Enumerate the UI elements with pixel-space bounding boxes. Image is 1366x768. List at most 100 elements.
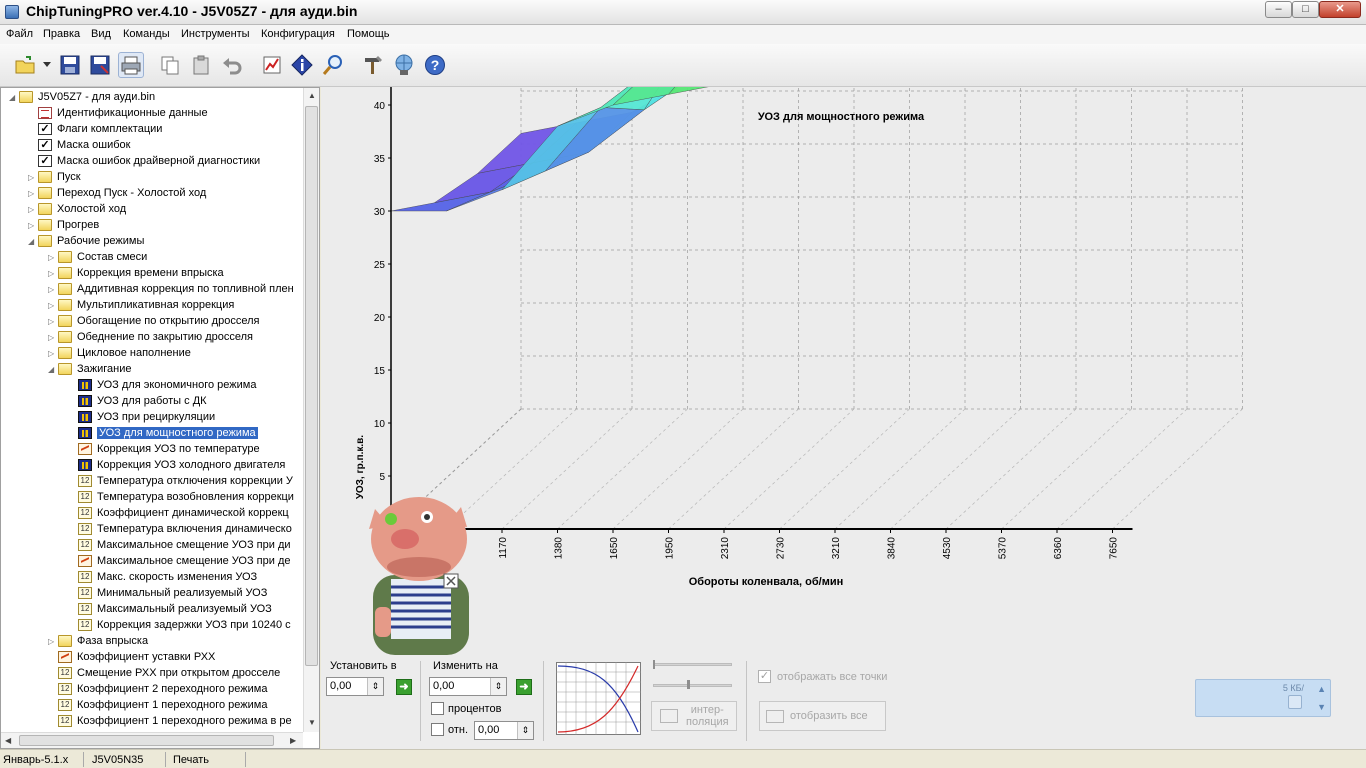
close-button[interactable]: ✕: [1319, 1, 1361, 18]
tree-item[interactable]: 12 Коэффициент 1 переходного режима: [48, 697, 267, 713]
expand-arrow-icon[interactable]: ▷: [48, 269, 58, 278]
tree-item[interactable]: УОЗ для экономичного режима: [68, 377, 256, 393]
tree-item[interactable]: Коррекция УОЗ по температуре: [68, 441, 260, 457]
scroll-down-icon[interactable]: ▼: [308, 718, 316, 727]
expand-arrow-icon[interactable]: ▷: [48, 317, 58, 326]
menu-configuration[interactable]: Конфигурация: [261, 28, 335, 40]
tree-item[interactable]: 12 Смещение РХХ при открытом дросселе: [48, 665, 280, 681]
paste-icon[interactable]: [188, 52, 214, 78]
menu-view[interactable]: Вид: [91, 28, 111, 40]
tree-item[interactable]: 12 Коррекция задержки УОЗ при 10240 с: [68, 617, 291, 633]
expand-arrow-icon[interactable]: ▷: [48, 637, 58, 646]
expand-arrow-icon[interactable]: ▷: [28, 189, 38, 198]
info-icon[interactable]: [289, 52, 315, 78]
tree-item[interactable]: 12 Коэффициент 1 переходного режима в ре: [48, 713, 292, 729]
scroll-right-icon[interactable]: ▶: [290, 736, 296, 745]
open-icon[interactable]: [12, 52, 38, 78]
tree-item[interactable]: ▷ Состав смеси: [48, 249, 147, 265]
tree-item[interactable]: 12 Максимальный реализуемый УОЗ: [68, 601, 272, 617]
menu-help[interactable]: Помощь: [347, 28, 390, 40]
expand-arrow-icon[interactable]: ▷: [28, 221, 38, 230]
collapse-arrow-icon[interactable]: ◢: [28, 237, 38, 246]
collapse-arrow-icon[interactable]: ◢: [48, 365, 58, 374]
show-all-button[interactable]: отобразить все: [759, 701, 886, 731]
tree-horizontal-scrollbar[interactable]: ◀ ▶: [1, 732, 303, 748]
tree-item[interactable]: ▷ Коррекция времени впрыска: [48, 265, 224, 281]
interpolation-button[interactable]: интер- поляция: [651, 701, 737, 731]
spin-arrows-icon[interactable]: ⇕: [490, 678, 506, 695]
expand-arrow-icon[interactable]: ▷: [28, 205, 38, 214]
expand-arrow-icon[interactable]: ▷: [48, 349, 58, 358]
menu-commands[interactable]: Команды: [123, 28, 170, 40]
tree-item[interactable]: 12 Коэффициент 2 переходного режима: [48, 681, 267, 697]
dropdown-arrow-icon[interactable]: [40, 52, 54, 78]
tree-item[interactable]: 12 Температура отключения коррекции У: [68, 473, 293, 489]
tree-root[interactable]: ◢ J5V05Z7 - для ауди.bin: [9, 89, 155, 105]
expand-arrow-icon[interactable]: ▷: [48, 285, 58, 294]
help-icon[interactable]: ?: [422, 52, 448, 78]
tree-scroll-thumb[interactable]: [305, 106, 318, 666]
surface-chart[interactable]: 0510152025303540455055608409901170138016…: [321, 87, 1366, 655]
tree-item[interactable]: УОЗ для мощностного режима: [68, 425, 258, 441]
save-icon[interactable]: [57, 52, 83, 78]
spin-arrows-icon[interactable]: ⇕: [517, 722, 533, 739]
widget-up-icon[interactable]: ▲: [1317, 684, 1326, 694]
tools-icon[interactable]: [360, 52, 386, 78]
tree-item[interactable]: ▷ Обеднение по закрытию дросселя: [48, 329, 253, 345]
slider-track-1[interactable]: [653, 663, 732, 666]
scroll-up-icon[interactable]: ▲: [308, 91, 316, 100]
network-icon[interactable]: [391, 52, 417, 78]
show-all-points-checkbox[interactable]: ✓: [758, 670, 771, 683]
slider-thumb-1[interactable]: [653, 660, 655, 669]
copy-icon[interactable]: [157, 52, 183, 78]
expand-arrow-icon[interactable]: ▷: [48, 333, 58, 342]
print-icon[interactable]: [118, 52, 144, 78]
assistant-pig-mascot[interactable]: [369, 497, 469, 655]
tree-item[interactable]: 12 Минимальный реализуемый УОЗ: [68, 585, 267, 601]
tree-item[interactable]: УОЗ при рециркуляции: [68, 409, 215, 425]
tree-item[interactable]: Максимальное смещение УОЗ при де: [68, 553, 291, 569]
widget-down-icon[interactable]: ▼: [1317, 702, 1326, 712]
tree-item[interactable]: Идентификационные данные: [28, 105, 208, 121]
menu-edit[interactable]: Правка: [43, 28, 80, 40]
tree-item[interactable]: ▷ Цикловое наполнение: [48, 345, 191, 361]
undo-icon[interactable]: [219, 52, 245, 78]
apply-set-button[interactable]: ➜: [396, 679, 412, 695]
menu-tools[interactable]: Инструменты: [181, 28, 250, 40]
tree-item[interactable]: ▷ Пуск: [28, 169, 81, 185]
tree-hscroll-thumb[interactable]: [19, 735, 274, 746]
percent-checkbox[interactable]: [431, 702, 444, 715]
tree-item[interactable]: ▷ Аддитивная коррекция по топливной плен: [48, 281, 294, 297]
scroll-left-icon[interactable]: ◀: [5, 736, 11, 745]
tree-item[interactable]: ▷ Обогащение по открытию дросселя: [48, 313, 259, 329]
tree-item[interactable]: ▷ Переход Пуск - Холостой ход: [28, 185, 206, 201]
tree-item[interactable]: ◢ Зажигание: [48, 361, 132, 377]
spin-arrows-icon[interactable]: ⇕: [367, 678, 383, 695]
tree-item[interactable]: 12 Температура включения динамическо: [68, 521, 292, 537]
tree-item[interactable]: ▷ Мультипликативная коррекция: [48, 297, 234, 313]
save-as-icon[interactable]: [87, 52, 113, 78]
slider-track-2[interactable]: [653, 684, 732, 687]
collapse-arrow-icon[interactable]: ◢: [9, 93, 19, 102]
tree-item[interactable]: 12 Макс. скорость изменения УОЗ: [68, 569, 257, 585]
tree-item[interactable]: ◢ Рабочие режимы: [28, 233, 144, 249]
tree-item[interactable]: 12 Температура возобновления коррекци: [68, 489, 294, 505]
tree-item[interactable]: УОЗ для работы с ДК: [68, 393, 207, 409]
apply-change-button[interactable]: ➜: [516, 679, 532, 695]
tree-item[interactable]: Коррекция УОЗ холодного двигателя: [68, 457, 285, 473]
tree-item[interactable]: 12 Коэффициент динамической коррекц: [68, 505, 289, 521]
tree-item[interactable]: ▷ Прогрев: [28, 217, 99, 233]
minimize-button[interactable]: –: [1265, 1, 1292, 18]
tree-item[interactable]: ▷ Холостой ход: [28, 201, 126, 217]
tree-item[interactable]: ✓ Флаги комплектации: [28, 121, 162, 137]
relative-input[interactable]: 0,00 ⇕: [474, 721, 534, 740]
expand-arrow-icon[interactable]: ▷: [28, 173, 38, 182]
tree-item[interactable]: 12 Максимальное смещение УОЗ при ди: [68, 537, 291, 553]
tree-item[interactable]: ✓ Маска ошибок драйверной диагностики: [28, 153, 260, 169]
tree-item[interactable]: ✓ Маска ошибок: [28, 137, 130, 153]
expand-arrow-icon[interactable]: ▷: [48, 301, 58, 310]
change-by-input[interactable]: 0,00 ⇕: [429, 677, 507, 696]
expand-arrow-icon[interactable]: ▷: [48, 253, 58, 262]
maximize-button[interactable]: □: [1292, 1, 1319, 18]
tree-item[interactable]: Коэффициент уставки РХХ: [48, 649, 215, 665]
